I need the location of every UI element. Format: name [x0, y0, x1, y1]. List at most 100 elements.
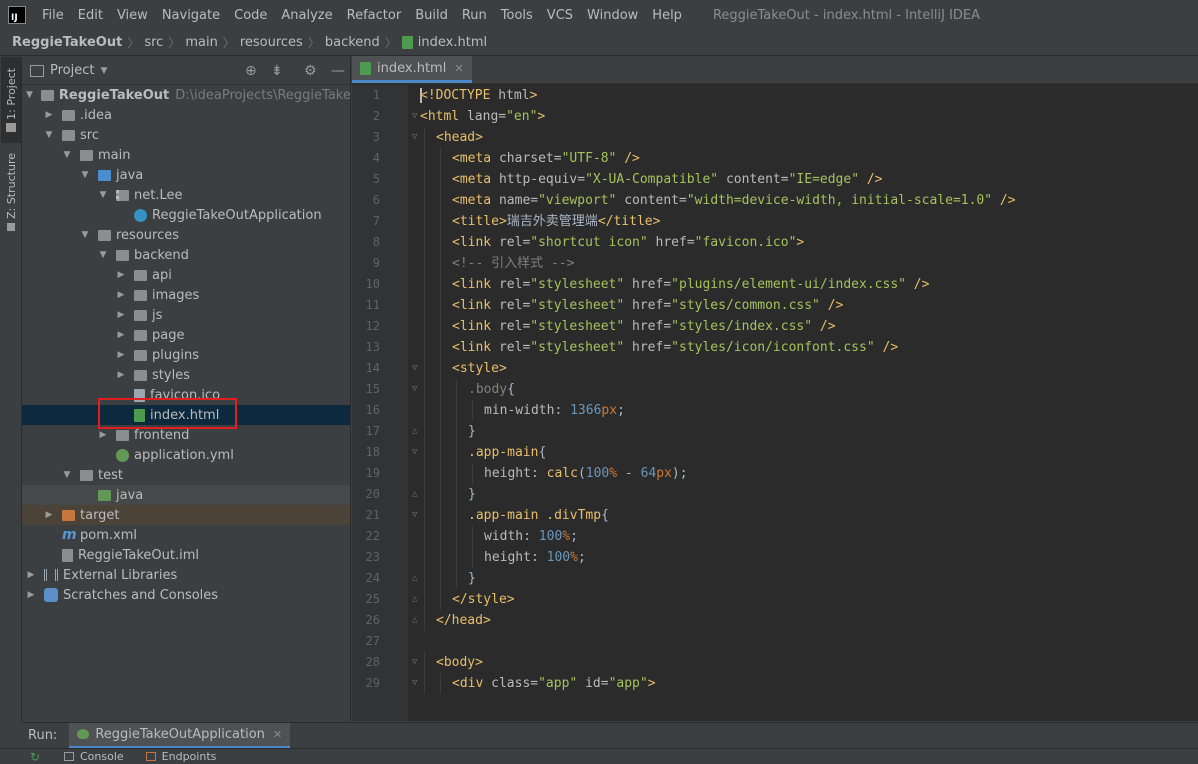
tree-item-pom-xml[interactable]: m pom.xml	[22, 525, 350, 545]
expand-arrow-right-icon[interactable]: ▶	[116, 370, 126, 380]
menu-tools[interactable]: Tools	[494, 8, 540, 23]
code-line[interactable]: 21 ▽ .app-main .divTmp{	[352, 505, 1198, 526]
menu-vcs[interactable]: VCS	[540, 8, 580, 23]
menu-refactor[interactable]: Refactor	[340, 8, 409, 23]
tree-item-scratches-and-consoles[interactable]: ▶ Scratches and Consoles	[22, 585, 350, 605]
code-line[interactable]: 1 <!DOCTYPE html>	[352, 85, 1198, 106]
menu-code[interactable]: Code	[227, 8, 274, 23]
code-line[interactable]: 8 <link rel="shortcut icon" href="favicon…	[352, 232, 1198, 253]
menu-file[interactable]: File	[35, 8, 71, 23]
tree-item-external-libraries[interactable]: ▶ External Libraries	[22, 565, 350, 585]
expand-arrow-right-icon[interactable]: ▶	[98, 430, 108, 440]
code-line[interactable]: 28 ▽ <body>	[352, 652, 1198, 673]
fold-marker-icon[interactable]: ▽	[412, 127, 420, 148]
tree-item-test[interactable]: ▼ test	[22, 465, 350, 485]
fold-marker-icon[interactable]: △	[412, 589, 420, 610]
code-line[interactable]: 27	[352, 631, 1198, 652]
tree-item-images[interactable]: ▶ images	[22, 285, 350, 305]
code-line[interactable]: 6 <meta name="viewport" content="width=de…	[352, 190, 1198, 211]
code-line[interactable]: 26 △ </head>	[352, 610, 1198, 631]
tree-item-backend[interactable]: ▼ backend	[22, 245, 350, 265]
tree-item-src[interactable]: ▼ src	[22, 125, 350, 145]
expand-arrow-down-icon[interactable]: ▼	[98, 190, 108, 200]
code-line[interactable]: 19 height: calc(100% - 64px);	[352, 463, 1198, 484]
rerun-icon[interactable]: ↻	[30, 750, 40, 764]
expand-arrow-right-icon[interactable]: ▶	[116, 290, 126, 300]
endpoints-tab[interactable]: Endpoints	[145, 750, 216, 763]
expand-arrow-down-icon[interactable]: ▼	[98, 250, 108, 260]
hide-icon[interactable]: —	[331, 63, 345, 79]
code-line[interactable]: 20 △}	[352, 484, 1198, 505]
menu-window[interactable]: Window	[580, 8, 645, 23]
tree-item-reggietakeout-iml[interactable]: ReggieTakeOut.iml	[22, 545, 350, 565]
code-line[interactable]: 5 <meta http-equiv="X-UA-Compatible" cont…	[352, 169, 1198, 190]
gear-icon[interactable]: ⚙	[304, 63, 317, 79]
expand-arrow-right-icon[interactable]: ▶	[116, 330, 126, 340]
code-line[interactable]: 9 <!-- 引入样式 -->	[352, 253, 1198, 274]
code-line[interactable]: 10 <link rel="stylesheet" href="plugins/e…	[352, 274, 1198, 295]
project-tool-tab[interactable]: 1: Project	[1, 57, 21, 143]
code-line[interactable]: 4 <meta charset="UTF-8" />	[352, 148, 1198, 169]
tree-item-js[interactable]: ▶ js	[22, 305, 350, 325]
expand-arrow-down-icon[interactable]: ▼	[80, 170, 90, 180]
fold-marker-icon[interactable]: △	[412, 421, 420, 442]
code-line[interactable]: 24 △}	[352, 568, 1198, 589]
chevron-down-icon[interactable]: ▼	[100, 66, 107, 76]
expand-arrow-right-icon[interactable]: ▶	[26, 570, 36, 580]
close-icon[interactable]: ✕	[454, 62, 463, 75]
tree-item-main[interactable]: ▼ main	[22, 145, 350, 165]
fold-marker-icon[interactable]: ▽	[412, 505, 420, 526]
breadcrumb-item[interactable]: src	[144, 35, 163, 50]
code-view[interactable]: 1 <!DOCTYPE html> 2 ▽ <html lang="en"> 3 ▽ <hea…	[352, 85, 1198, 694]
tree-item-java[interactable]: java	[22, 485, 350, 505]
close-icon[interactable]: ✕	[273, 728, 282, 741]
breadcrumb-item[interactable]: resources	[240, 35, 303, 50]
tree-item--idea[interactable]: ▶ .idea	[22, 105, 350, 125]
code-line[interactable]: 18 ▽ .app-main{	[352, 442, 1198, 463]
expand-arrow-right-icon[interactable]: ▶	[44, 510, 54, 520]
code-line[interactable]: 12 <link rel="stylesheet" href="styles/in…	[352, 316, 1198, 337]
fold-marker-icon[interactable]: △	[412, 610, 420, 631]
code-line[interactable]: 29 ▽ <div class="app" id="app">	[352, 673, 1198, 694]
expand-arrow-down-icon[interactable]: ▼	[62, 150, 72, 160]
menu-analyze[interactable]: Analyze	[274, 8, 339, 23]
code-line[interactable]: 14 ▽ <style>	[352, 358, 1198, 379]
expand-arrow-right-icon[interactable]: ▶	[116, 310, 126, 320]
menu-navigate[interactable]: Navigate	[155, 8, 227, 23]
code-line[interactable]: 2 ▽ <html lang="en">	[352, 106, 1198, 127]
code-line[interactable]: 16 min-width: 1366px;	[352, 400, 1198, 421]
expand-arrow-right-icon[interactable]: ▶	[116, 270, 126, 280]
expand-arrow-down-icon[interactable]: ▼	[80, 230, 90, 240]
fold-marker-icon[interactable]: ▽	[412, 379, 420, 400]
code-line[interactable]: 13 <link rel="stylesheet" href="styles/ic…	[352, 337, 1198, 358]
run-tab-application[interactable]: ReggieTakeOutApplication ✕	[69, 722, 291, 749]
fold-marker-icon[interactable]: ▽	[412, 106, 420, 127]
breadcrumb-item[interactable]: main	[185, 35, 217, 50]
code-line[interactable]: 23 height: 100%;	[352, 547, 1198, 568]
tab-index-html[interactable]: index.html ✕	[352, 56, 472, 83]
code-line[interactable]: 15 ▽ .body{	[352, 379, 1198, 400]
tree-item-resources[interactable]: ▼ resources	[22, 225, 350, 245]
tree-item-reggietakeoutapplication[interactable]: ReggieTakeOutApplication	[22, 205, 350, 225]
breadcrumb-item[interactable]: index.html	[418, 35, 487, 50]
fold-marker-icon[interactable]: ▽	[412, 442, 420, 463]
breadcrumb-item[interactable]: ReggieTakeOut	[12, 35, 122, 50]
tree-item-api[interactable]: ▶ api	[22, 265, 350, 285]
tree-item-styles[interactable]: ▶ styles	[22, 365, 350, 385]
expand-arrow-right-icon[interactable]: ▶	[44, 110, 54, 120]
tree-item-reggietakeout[interactable]: ▼ ReggieTakeOut D:\ideaProjects\ReggieTake…	[22, 85, 350, 105]
code-line[interactable]: 17 △}	[352, 421, 1198, 442]
tree-item-target[interactable]: ▶ target	[22, 505, 350, 525]
expand-arrow-down-icon[interactable]: ▼	[44, 130, 54, 140]
console-tab[interactable]: Console	[64, 750, 124, 763]
fold-marker-icon[interactable]: △	[412, 568, 420, 589]
breadcrumb-item[interactable]: backend	[325, 35, 380, 50]
tree-item-java[interactable]: ▼ java	[22, 165, 350, 185]
project-panel-title[interactable]: Project	[50, 63, 94, 78]
expand-arrow-down-icon[interactable]: ▼	[62, 470, 72, 480]
fold-marker-icon[interactable]: △	[412, 484, 420, 505]
locate-icon[interactable]: ⊕	[245, 63, 257, 79]
menu-view[interactable]: View	[110, 8, 155, 23]
menu-help[interactable]: Help	[645, 8, 689, 23]
menu-run[interactable]: Run	[455, 8, 494, 23]
